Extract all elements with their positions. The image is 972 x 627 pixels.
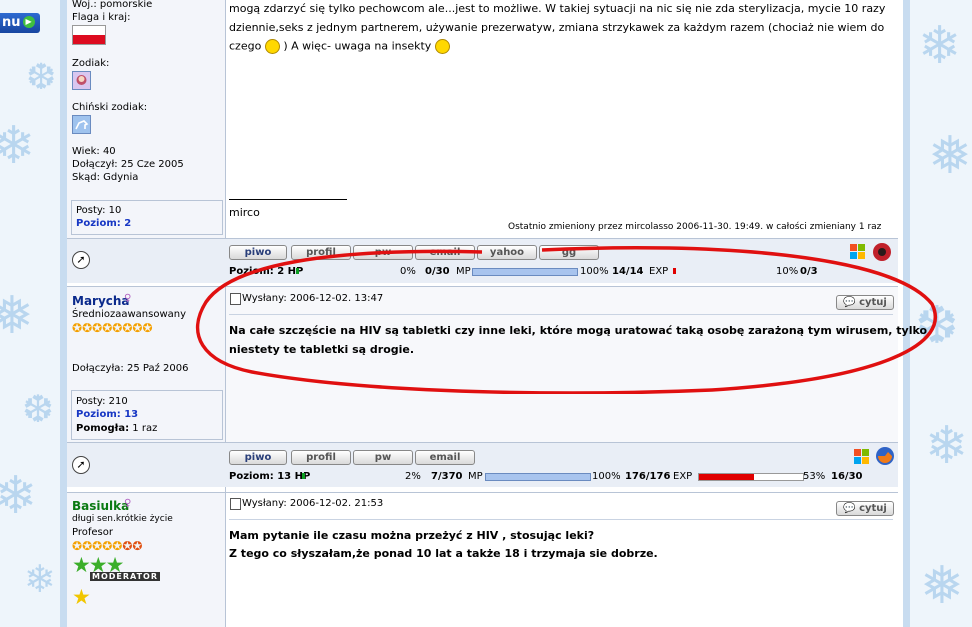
zodiac-label: Zodiak:: [72, 58, 110, 69]
author-level-link[interactable]: Poziom: 13: [76, 409, 138, 420]
private-message-button[interactable]: pw: [353, 450, 413, 465]
level-hp-label: Poziom: 13 HP: [229, 471, 311, 482]
post-body-line: mogą zdarzyć się tylko pechowcom ale...j…: [229, 2, 886, 15]
author-rank: Średniozaawansowany: [72, 309, 187, 320]
rank-stars: ✪✪✪✪✪✪✪✪: [72, 322, 153, 335]
post-date: Wysłany: 2006-12-02. 21:53: [242, 498, 384, 509]
post-body-line: Z tego co słyszałam,że ponad 10 lat a ta…: [229, 547, 658, 560]
snowflake-decoration: ❅: [0, 286, 34, 346]
author-location: Skąd: Gdynia: [72, 172, 139, 183]
poland-flag-icon: [72, 25, 106, 45]
quote-label: cytuj: [859, 503, 887, 514]
email-button[interactable]: email: [415, 450, 475, 465]
snowflake-decoration: ❆: [26, 57, 57, 98]
female-gender-icon: ♀: [124, 293, 132, 304]
snowflake-decoration: ❄: [0, 116, 36, 176]
author-region: Woj.: pomorskie: [72, 0, 153, 10]
author-level-link[interactable]: Poziom: 2: [76, 218, 131, 229]
star-icon: ✪: [92, 321, 103, 335]
star-icon: ✪: [102, 321, 113, 335]
star-icon: ✪: [142, 321, 153, 335]
chinese-zodiac-label: Chiński zodiak:: [72, 102, 148, 113]
author-name-link[interactable]: Basiulka: [72, 499, 129, 513]
windows-logo-icon: [853, 448, 871, 466]
post-body-line: dziennie,seks z jednym partnerem, używan…: [229, 21, 885, 34]
snowflake-decoration: ❄: [925, 416, 969, 476]
snowflake-decoration: ❄: [24, 557, 56, 601]
exp-value: 16/30: [831, 471, 863, 482]
post-body-text: ) A więc- uwaga na insekty: [283, 39, 432, 53]
mp-value: 176/176: [625, 471, 671, 482]
post-count: Posty: 10: [76, 205, 122, 216]
exp-percent: 53%: [803, 471, 826, 482]
edited-note: Ostatnio zmieniony przez mircolasso 2006…: [508, 222, 882, 232]
female-gender-icon: ♀: [124, 498, 132, 509]
mp-bar: [485, 473, 591, 481]
back-to-top-icon[interactable]: ➚: [72, 456, 90, 474]
star-icon: ✪: [82, 321, 93, 335]
moderator-badge: MODERATOR: [90, 572, 161, 581]
red-annotation-ellipse: [195, 245, 938, 394]
back-to-top-icon[interactable]: ➚: [72, 251, 90, 269]
post-count: Posty: 210: [76, 396, 128, 407]
play-arrow-icon: ▶: [22, 15, 35, 28]
menu-toggle-button[interactable]: nu ▶: [0, 13, 40, 33]
author-name-link[interactable]: Marycha: [72, 294, 130, 308]
rank-stars: ✪✪✪✪✪✪✪: [72, 540, 142, 553]
gold-star-icon: ★: [72, 585, 91, 609]
author-rank: długi sen.krótkie życie: [72, 514, 173, 524]
snowflake-decoration: ❄: [0, 466, 38, 526]
zodiac-virgo-icon: [72, 71, 91, 90]
author-age: Wiek: 40: [72, 146, 116, 157]
signature-text: mirco: [229, 206, 260, 219]
snowflake-decoration: ❆: [22, 387, 54, 431]
star-icon: ✪: [112, 539, 123, 553]
mp-percent: 100%: [592, 471, 621, 482]
signature-divider: [229, 199, 347, 200]
star-icon: ✪: [92, 539, 103, 553]
post-body-line: Mam pytanie ile czasu można przeżyć z HI…: [229, 529, 595, 542]
hp-value: 7/370: [431, 471, 463, 482]
star-icon: ✪: [122, 539, 133, 553]
quote-button[interactable]: 💬 cytuj: [836, 501, 894, 516]
star-icon: ✪: [132, 321, 143, 335]
menu-label: nu: [2, 15, 21, 30]
post-body-line: czego ) A więc- uwaga na insekty: [229, 39, 450, 54]
star-icon: ✪: [72, 539, 83, 553]
speech-bubble-icon: 💬: [843, 503, 856, 514]
author-joined: Dołączyła: 25 Paź 2006: [72, 363, 189, 374]
firefox-icon: [875, 446, 895, 466]
helped-count: Pomogła: 1 raz: [76, 423, 158, 434]
mp-label: MP: [468, 471, 483, 482]
rolling-eyes-smiley-icon: [264, 39, 280, 54]
author-title: Profesor: [72, 527, 113, 538]
post-header-divider: [229, 519, 893, 520]
exp-label: EXP: [673, 471, 693, 482]
chinese-zodiac-horse-icon: [72, 115, 91, 134]
exp-bar: [698, 473, 804, 481]
star-icon: ✪: [112, 321, 123, 335]
star-icon: ✪: [132, 539, 143, 553]
hp-percent: 2%: [405, 471, 421, 482]
star-icon: ✪: [82, 539, 93, 553]
snowflake-decoration: ❅: [928, 126, 972, 186]
hp-indicator: [302, 473, 305, 479]
snowflake-decoration: ❅: [920, 556, 964, 616]
post-document-icon: [230, 498, 241, 510]
profile-button[interactable]: profil: [291, 450, 351, 465]
column-divider: [225, 493, 226, 627]
flag-label: Flaga i kraj:: [72, 12, 131, 23]
star-icon: ✪: [122, 321, 133, 335]
star-icon: ✪: [72, 321, 83, 335]
star-icon: ✪: [102, 539, 113, 553]
shocked-smiley-icon: [434, 39, 450, 54]
snowflake-decoration: ❄: [918, 16, 962, 76]
post-body-text: czego: [229, 39, 262, 53]
beer-button[interactable]: piwo: [229, 450, 287, 465]
author-joined: Dołączył: 25 Cze 2005: [72, 159, 184, 170]
